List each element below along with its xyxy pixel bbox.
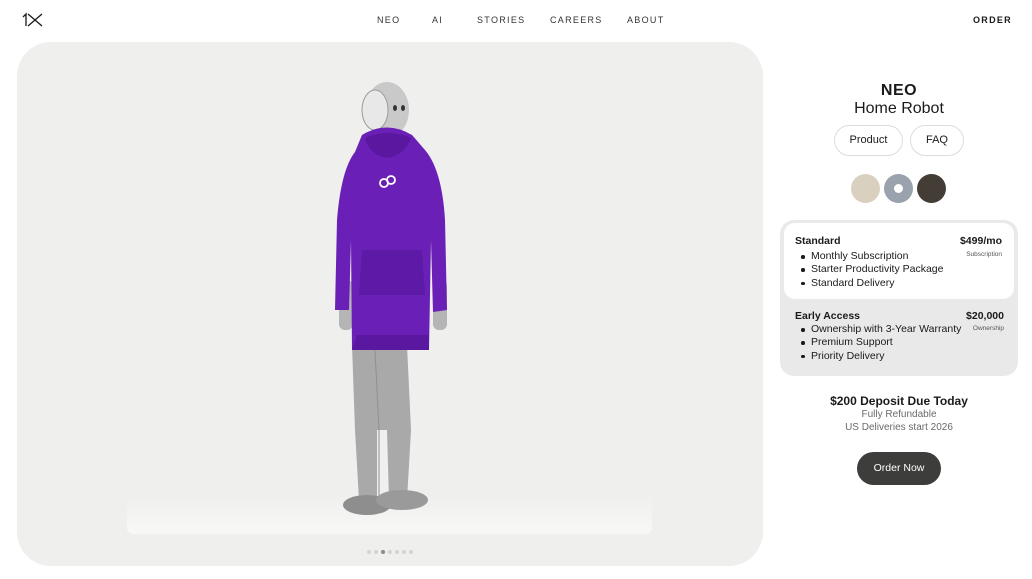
product-subtitle: Home Robot bbox=[854, 100, 944, 117]
product-hero bbox=[17, 42, 763, 566]
carousel-dot[interactable] bbox=[374, 550, 378, 554]
plan-name: Standard bbox=[795, 235, 841, 247]
nav-item-stories[interactable]: STORIES bbox=[477, 15, 525, 25]
tab-product[interactable]: Product bbox=[834, 125, 903, 156]
plan-price-type: Ownership bbox=[972, 325, 1004, 332]
plan-price: $20,000 bbox=[966, 310, 1004, 322]
order-now-button[interactable]: Order Now bbox=[857, 452, 941, 485]
carousel-dot[interactable] bbox=[395, 550, 399, 554]
plan-price-type: Subscription bbox=[966, 251, 1002, 258]
carousel-dot-active[interactable] bbox=[381, 550, 385, 554]
selected-indicator bbox=[894, 184, 903, 193]
plan-selector: Standard $499/mo Subscription Monthly Su… bbox=[780, 220, 1018, 376]
delivery-note: US Deliveries start 2026 bbox=[845, 422, 953, 433]
plan-name: Early Access bbox=[795, 310, 860, 322]
nav-item-careers[interactable]: CAREERS bbox=[550, 15, 603, 25]
plan-card-early-access[interactable]: Early Access $20,000 Ownership Ownership… bbox=[784, 304, 1014, 372]
plan-price: $499/mo bbox=[959, 235, 1002, 247]
carousel-dot[interactable] bbox=[367, 550, 371, 554]
carousel-dots bbox=[17, 550, 763, 554]
nav-item-ai[interactable]: AI bbox=[432, 15, 443, 25]
carousel-dot[interactable] bbox=[402, 550, 406, 554]
list-item: Monthly Subscription bbox=[795, 250, 943, 263]
product-name: NEO bbox=[880, 82, 918, 99]
order-link[interactable]: ORDER bbox=[973, 15, 1012, 25]
neo-robot-image bbox=[335, 82, 447, 515]
nav-item-neo[interactable]: NEO bbox=[377, 15, 400, 25]
color-swatch-dark-brown[interactable] bbox=[917, 174, 946, 203]
list-item: Ownership with 3-Year Warranty bbox=[795, 323, 961, 336]
carousel-dot[interactable] bbox=[388, 550, 392, 554]
carousel-dot[interactable] bbox=[409, 550, 413, 554]
plan-features: Monthly Subscription Starter Productivit… bbox=[795, 250, 943, 290]
color-swatch-gray-blue[interactable] bbox=[884, 174, 913, 203]
list-item: Priority Delivery bbox=[795, 350, 961, 363]
tab-faq[interactable]: FAQ bbox=[910, 125, 964, 156]
deposit-text: $200 Deposit Due Today bbox=[830, 394, 968, 408]
plan-features: Ownership with 3-Year Warranty Premium S… bbox=[795, 323, 961, 363]
list-item: Starter Productivity Package bbox=[795, 263, 943, 276]
color-swatch-beige[interactable] bbox=[851, 174, 880, 203]
refundable-note: Fully Refundable bbox=[861, 409, 937, 420]
nav-item-about[interactable]: ABOUT bbox=[627, 15, 665, 25]
main-nav: NEO AI STORIES CAREERS ABOUT bbox=[0, 15, 1032, 27]
plan-card-standard[interactable]: Standard $499/mo Subscription Monthly Su… bbox=[784, 223, 1014, 299]
list-item: Premium Support bbox=[795, 336, 961, 349]
list-item: Standard Delivery bbox=[795, 277, 943, 290]
